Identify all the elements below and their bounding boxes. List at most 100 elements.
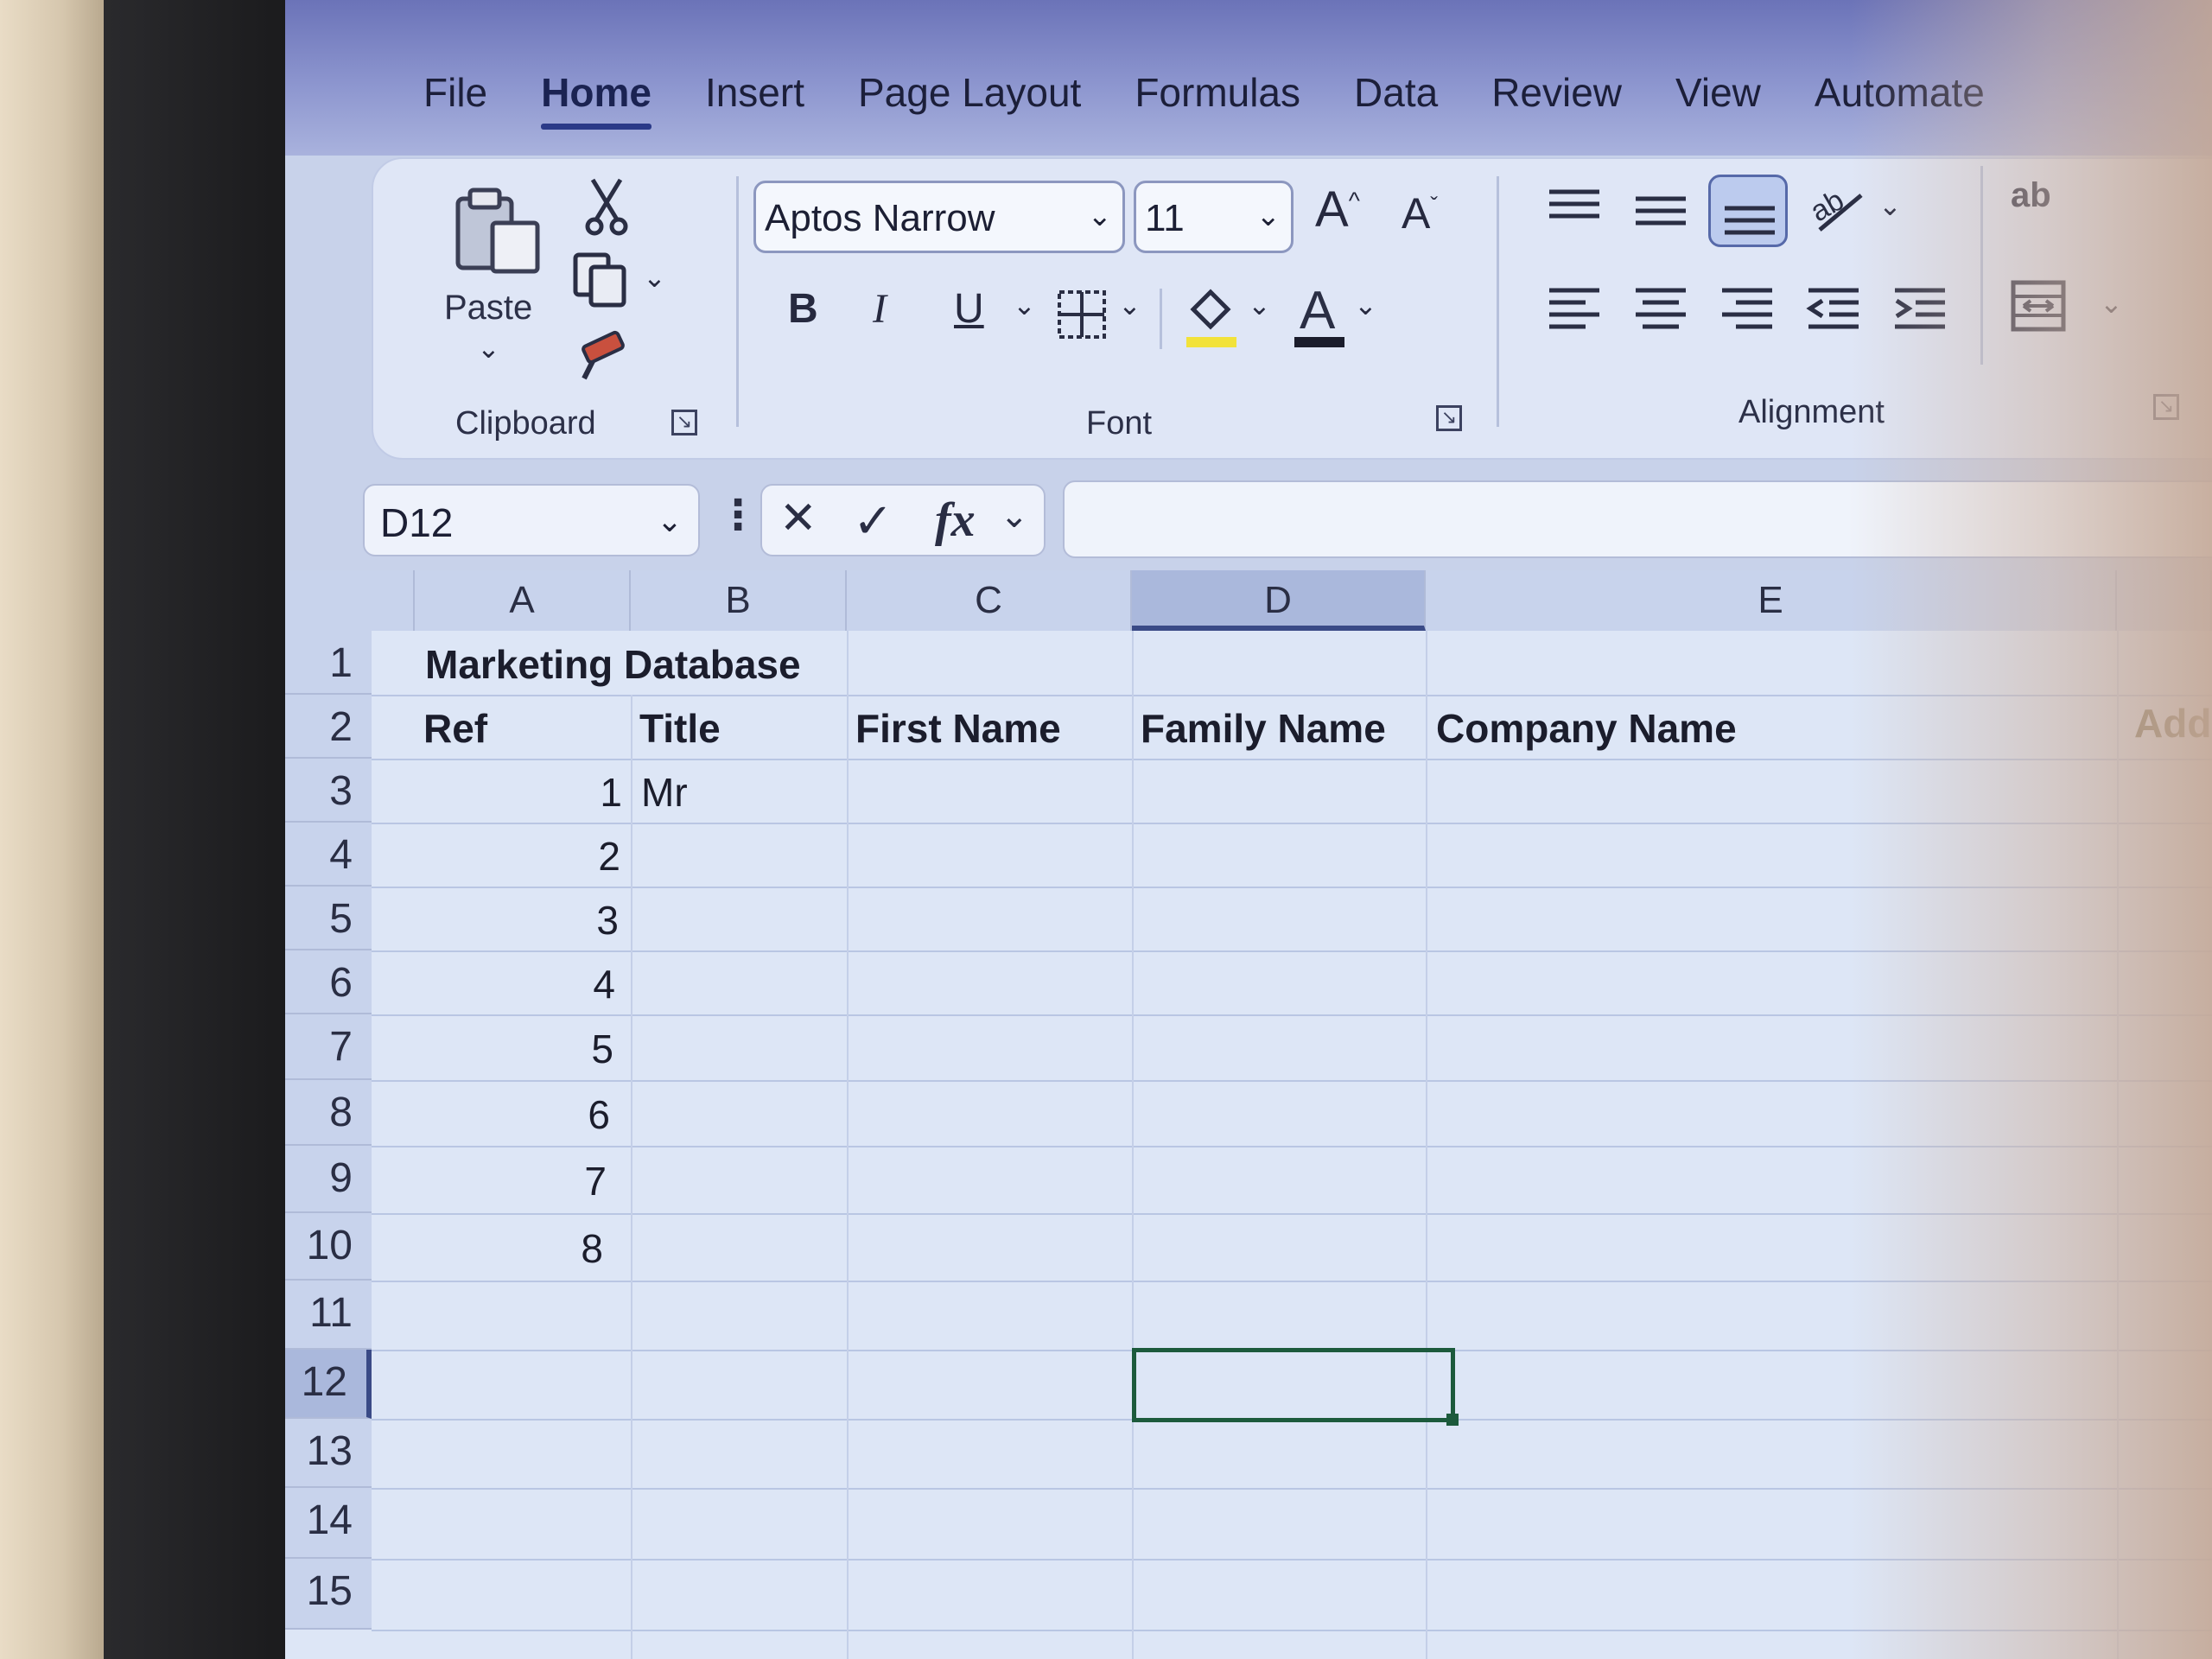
chevron-down-icon: ⌄ [656, 503, 683, 538]
row-header-3[interactable]: 3 [285, 759, 372, 823]
row-header-12[interactable]: 12 [285, 1350, 372, 1419]
cell-a1[interactable]: Marketing Database [425, 641, 801, 688]
cell-b3[interactable]: Mr [641, 769, 688, 816]
enter-icon[interactable]: ✓ [853, 493, 893, 550]
column-header-c[interactable]: C [847, 570, 1132, 631]
fill-color-dropdown-icon[interactable]: ⌄ [1248, 289, 1271, 321]
borders-dropdown-icon[interactable]: ⌄ [1118, 289, 1141, 321]
paste-label[interactable]: Paste [444, 289, 532, 327]
copy-icon[interactable] [570, 250, 631, 310]
font-launcher-icon[interactable]: ↘ [1436, 405, 1462, 431]
row-header-5[interactable]: 5 [285, 887, 372, 950]
name-box[interactable]: D12 ⌄ [363, 484, 700, 556]
grid-line [372, 1559, 2212, 1560]
cell-a3[interactable]: 1 [415, 769, 622, 816]
font-color-icon[interactable]: A [1289, 278, 1350, 351]
worksheet-grid[interactable]: A B C D E 1 2 3 4 5 6 7 8 9 10 11 12 13 … [285, 570, 2212, 1659]
select-all-corner[interactable] [285, 570, 415, 631]
paste-icon[interactable] [451, 183, 546, 278]
cell-a2[interactable]: Ref [423, 705, 487, 752]
increase-font-size-icon[interactable]: A^ [1315, 185, 1360, 235]
font-name-dropdown[interactable]: Aptos Narrow ⌄ [753, 181, 1125, 253]
underline-dropdown-icon[interactable]: ⌄ [1013, 289, 1036, 321]
copy-dropdown-icon[interactable]: ⌄ [643, 261, 666, 294]
wrap-text-button[interactable]: ab [2011, 176, 2051, 215]
align-left-icon[interactable] [1544, 280, 1605, 340]
cell-a7[interactable]: 5 [415, 1026, 613, 1072]
fill-handle[interactable] [1446, 1414, 1459, 1426]
increase-indent-icon[interactable] [1890, 280, 1950, 340]
cell-a10[interactable]: 8 [415, 1225, 603, 1272]
merge-center-icon[interactable] [2008, 276, 2069, 336]
insert-function-icon[interactable]: fx [935, 493, 976, 548]
bottom-align-icon [1725, 206, 1775, 235]
row-header-7[interactable]: 7 [285, 1014, 372, 1080]
align-center-icon[interactable] [1630, 280, 1691, 340]
tab-automate[interactable]: Automate [1815, 69, 1985, 124]
cell-a6[interactable]: 4 [415, 961, 615, 1007]
more-options-icon[interactable]: ⋮ [717, 491, 759, 539]
cell-e2[interactable]: Company Name [1436, 705, 1737, 752]
row-header-8[interactable]: 8 [285, 1080, 372, 1146]
row-header-13[interactable]: 13 [285, 1419, 372, 1488]
active-cell-d12[interactable] [1132, 1348, 1459, 1426]
fill-color-icon[interactable] [1181, 280, 1242, 349]
row-header-15[interactable]: 15 [285, 1559, 372, 1630]
format-painter-icon[interactable] [572, 323, 632, 384]
grid-line [372, 1488, 2212, 1490]
font-size-dropdown[interactable]: 11 ⌄ [1134, 181, 1294, 253]
formula-input[interactable] [1063, 480, 2212, 558]
orientation-icon[interactable]: ab [1808, 178, 1868, 238]
decrease-font-size-icon[interactable]: Aˇ [1402, 192, 1438, 235]
tab-page-layout[interactable]: Page Layout [858, 69, 1081, 124]
cell-b2[interactable]: Title [639, 705, 721, 752]
column-header-f[interactable] [2117, 570, 2212, 631]
row-header-2[interactable]: 2 [285, 695, 372, 759]
cancel-icon[interactable]: ✕ [779, 493, 817, 544]
name-box-value: D12 [380, 500, 454, 545]
column-header-d[interactable]: D [1132, 570, 1426, 631]
alignment-launcher-icon[interactable]: ↘ [2153, 394, 2179, 420]
column-header-a[interactable]: A [415, 570, 631, 631]
align-right-icon[interactable] [1717, 280, 1777, 340]
cell-a5[interactable]: 3 [415, 897, 619, 944]
tab-home[interactable]: Home [541, 69, 652, 130]
cell-d2[interactable]: Family Name [1141, 705, 1386, 752]
bottom-align-button[interactable] [1708, 175, 1788, 247]
cell-c2[interactable]: First Name [855, 705, 1061, 752]
row-header-11[interactable]: 11 [285, 1281, 372, 1350]
row-header-1[interactable]: 1 [285, 631, 372, 695]
merge-dropdown-icon[interactable]: ⌄ [2100, 287, 2123, 320]
top-align-icon[interactable] [1544, 185, 1605, 237]
grid-line [372, 695, 2212, 696]
clipboard-launcher-icon[interactable]: ↘ [671, 410, 697, 435]
row-header-4[interactable]: 4 [285, 823, 372, 887]
row-header-6[interactable]: 6 [285, 950, 372, 1014]
tab-view[interactable]: View [1675, 69, 1761, 124]
italic-button[interactable]: I [873, 289, 887, 330]
underline-button[interactable]: U [954, 289, 984, 330]
column-header-e[interactable]: E [1426, 570, 2117, 631]
cell-a9[interactable]: 7 [415, 1158, 607, 1205]
cell-f2[interactable]: Add [2134, 700, 2211, 747]
paste-dropdown-icon[interactable]: ⌄ [477, 332, 500, 365]
borders-icon[interactable] [1056, 289, 1108, 340]
bold-button[interactable]: B [788, 289, 818, 330]
row-header-9[interactable]: 9 [285, 1146, 372, 1213]
font-color-dropdown-icon[interactable]: ⌄ [1354, 289, 1377, 321]
decrease-indent-icon[interactable] [1803, 280, 1864, 340]
cell-a8[interactable]: 6 [415, 1091, 610, 1138]
row-header-10[interactable]: 10 [285, 1213, 372, 1281]
cut-icon[interactable] [581, 176, 632, 237]
tab-review[interactable]: Review [1491, 69, 1622, 124]
cell-a4[interactable]: 2 [415, 833, 620, 880]
tab-insert[interactable]: Insert [705, 69, 804, 124]
middle-align-icon[interactable] [1630, 185, 1691, 237]
row-header-14[interactable]: 14 [285, 1488, 372, 1559]
chevron-down-icon[interactable]: ⌄ [1000, 496, 1029, 536]
tab-data[interactable]: Data [1354, 69, 1438, 124]
orientation-dropdown-icon[interactable]: ⌄ [1878, 189, 1902, 222]
column-header-b[interactable]: B [631, 570, 847, 631]
tab-file[interactable]: File [423, 69, 487, 124]
tab-formulas[interactable]: Formulas [1135, 69, 1300, 124]
